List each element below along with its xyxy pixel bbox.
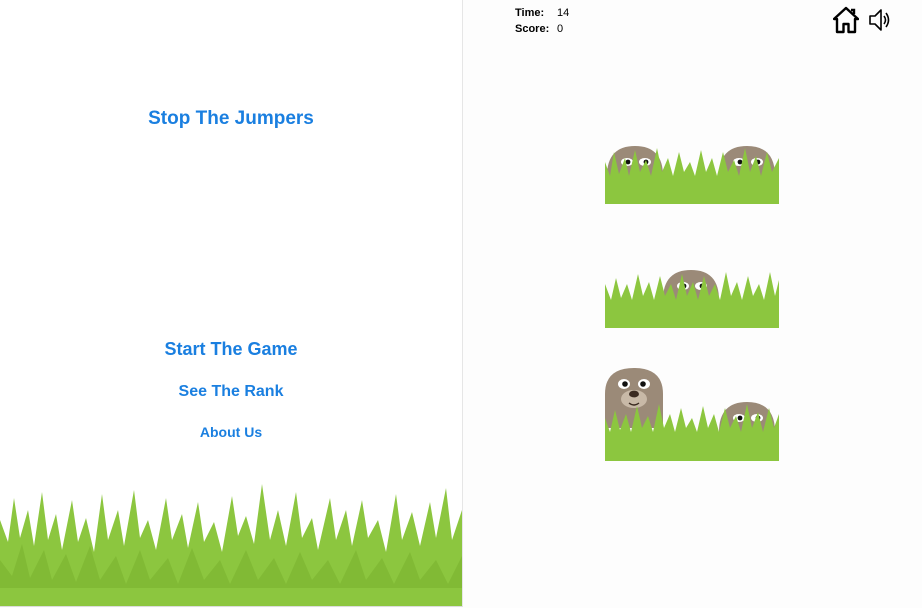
time-label: Time: — [515, 7, 545, 19]
see-rank-button[interactable]: See The Rank — [0, 383, 462, 401]
score-label: Score: — [515, 23, 550, 35]
mole-hole-2[interactable] — [605, 266, 779, 328]
hud: Time: 14 Score: 0 — [515, 5, 569, 37]
home-icon — [832, 6, 860, 34]
score-value: 0 — [557, 23, 564, 35]
start-game-button[interactable]: Start The Game — [0, 339, 462, 360]
mole-hole-3[interactable] — [605, 366, 779, 461]
time-value: 14 — [557, 7, 570, 19]
speaker-icon — [869, 9, 890, 31]
mole-hole-1[interactable] — [605, 142, 779, 204]
grass-decoration — [0, 484, 462, 606]
home-button[interactable] — [832, 6, 860, 34]
score-row: Score: 0 — [515, 21, 569, 37]
menu-panel: Stop The Jumpers Start The Game See The … — [0, 0, 463, 607]
game-screen: Stop The Jumpers Start The Game See The … — [0, 0, 922, 608]
about-us-link[interactable]: About Us — [0, 424, 462, 440]
sound-button[interactable] — [867, 6, 893, 34]
time-row: Time: 14 — [515, 5, 569, 21]
game-title: Stop The Jumpers — [148, 108, 314, 129]
